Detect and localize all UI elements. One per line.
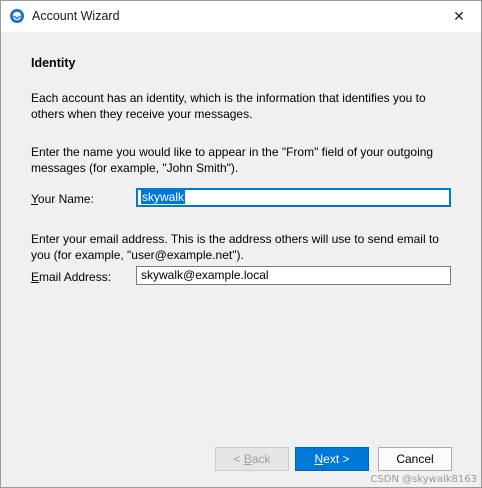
next-button[interactable]: Next > [295, 447, 369, 471]
name-label-mnemonic: Y [31, 192, 38, 206]
name-label: Your Name: [31, 192, 94, 206]
wizard-page: Identity Each account has an identity, w… [1, 32, 481, 487]
close-button[interactable]: ✕ [437, 1, 481, 32]
email-label: Email Address: [31, 270, 111, 284]
email-label-text: mail Address: [39, 270, 112, 284]
your-name-field[interactable]: skywalk [136, 188, 451, 207]
email-address-field[interactable]: skywalk@example.local [136, 266, 451, 285]
email-address-value: skywalk@example.local [141, 268, 269, 282]
email-instructions: Enter your email address. This is the ad… [31, 232, 439, 262]
back-button-mnemonic: B [243, 452, 252, 466]
window-title: Account Wizard [32, 9, 120, 23]
cancel-button-label: Cancel [396, 452, 434, 466]
email-label-mnemonic: E [31, 270, 40, 284]
page-title: Identity [31, 56, 76, 70]
name-instructions: Enter the name you would like to appear … [31, 145, 434, 175]
title-bar: Account Wizard ✕ [1, 1, 481, 32]
back-button-prefix: < [233, 452, 244, 466]
your-name-value: skywalk [141, 190, 186, 204]
next-button-mnemonic: N [314, 452, 324, 466]
next-button-label: ext > [323, 452, 350, 466]
intro-text: Each account has an identity, which is t… [31, 91, 426, 121]
account-wizard-window: Account Wizard ✕ Identity Each account h… [0, 0, 482, 488]
cancel-button[interactable]: Cancel [378, 447, 452, 471]
back-button-label: ack [251, 452, 271, 466]
name-label-text: our Name: [37, 192, 94, 206]
back-button[interactable]: < Back [215, 447, 289, 471]
thunderbird-app-icon [9, 8, 25, 24]
close-icon: ✕ [453, 8, 465, 24]
watermark: CSDN @skywalk8163 [370, 474, 477, 485]
